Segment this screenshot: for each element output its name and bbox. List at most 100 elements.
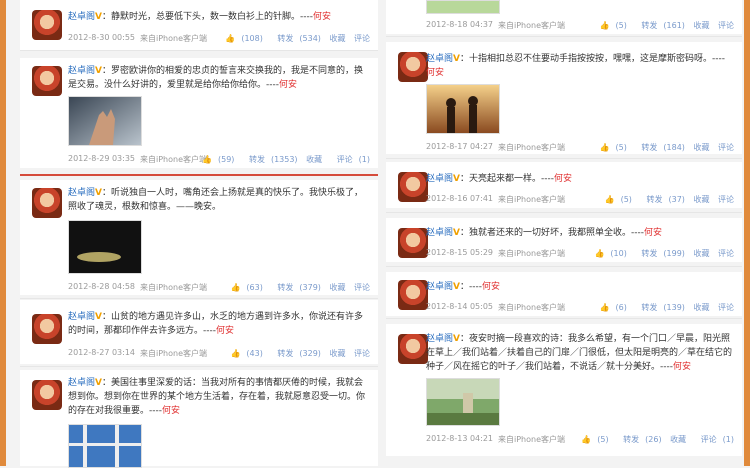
comment-button[interactable]: 评论 (1) [695, 435, 734, 444]
post-text: 赵卓阁V：----何安 [426, 282, 501, 292]
divider [20, 50, 378, 51]
post-time[interactable]: 2012-8-16 07:41 [426, 194, 493, 203]
username-link[interactable]: 赵卓阁 [68, 188, 95, 198]
username-link[interactable]: 赵卓阁 [68, 378, 95, 388]
username-link[interactable]: 赵卓阁 [68, 12, 95, 22]
post-time[interactable]: 2012-8-13 04:21 [426, 434, 493, 443]
verified-icon: V [453, 174, 460, 184]
fav-button[interactable]: 收藏 [670, 435, 686, 444]
post-source[interactable]: 来自iPhone客户端 [498, 302, 565, 313]
fav-button[interactable]: 收藏 [693, 21, 709, 30]
fav-button[interactable]: 收藏 [329, 283, 345, 292]
forward-button[interactable]: 转发 (534) [271, 34, 321, 43]
post-image[interactable] [426, 378, 500, 426]
forward-button[interactable]: 转发 (199) [635, 249, 685, 258]
post-time[interactable]: 2012-8-14 05:05 [426, 302, 493, 311]
avatar[interactable] [398, 52, 428, 82]
post-time[interactable]: 2012-8-28 04:58 [68, 282, 135, 291]
post-image[interactable] [426, 84, 500, 134]
post-source[interactable]: 来自iPhone客户端 [498, 142, 565, 153]
fav-button[interactable]: 收藏 [693, 303, 709, 312]
post-time[interactable]: 2012-8-27 03:14 [68, 348, 135, 357]
thumb-up-icon: 👍 [581, 435, 592, 444]
fav-button[interactable]: 收藏 [306, 155, 322, 164]
avatar[interactable] [32, 314, 62, 344]
post-meta: 2012-8-27 03:14 来自iPhone客户端 👍 (43) 转发 (329… [68, 348, 370, 360]
avatar[interactable] [32, 380, 62, 410]
username-link[interactable]: 赵卓阁 [426, 174, 453, 184]
forward-button[interactable]: 转发 (184) [635, 143, 685, 152]
like-button[interactable]: 👍 (59) [196, 155, 234, 164]
post-image[interactable] [426, 0, 500, 14]
verified-icon: V [95, 378, 102, 388]
username-link[interactable]: 赵卓阁 [426, 334, 453, 344]
avatar[interactable] [398, 334, 428, 364]
username-link[interactable]: 赵卓阁 [68, 66, 95, 76]
comment-button[interactable]: 评论 [354, 34, 370, 43]
post-source[interactable]: 来自iPhone客户端 [498, 434, 565, 445]
avatar[interactable] [32, 188, 62, 218]
post-image[interactable] [68, 220, 142, 274]
post-image[interactable] [68, 96, 142, 146]
post-source[interactable]: 来自iPhone客户端 [140, 348, 207, 359]
fav-button[interactable]: 收藏 [329, 349, 345, 358]
avatar[interactable] [398, 228, 428, 258]
forward-button[interactable]: 转发 (329) [271, 349, 321, 358]
comment-button[interactable]: 评论 [354, 283, 370, 292]
post-source[interactable]: 来自iPhone客户端 [140, 33, 207, 44]
thumb-up-icon: 👍 [599, 303, 610, 312]
avatar[interactable] [32, 10, 62, 40]
like-button[interactable]: 👍 (108) [219, 34, 262, 43]
like-button[interactable]: 👍 (43) [224, 349, 262, 358]
fav-button[interactable]: 收藏 [329, 34, 345, 43]
forward-button[interactable]: 转发 (37) [640, 195, 684, 204]
comment-button[interactable]: 评论 [718, 303, 734, 312]
post-time[interactable]: 2012-8-30 00:55 [68, 33, 135, 42]
post-text: 赵卓阁V：天亮起来都一样。----何安 [426, 174, 573, 184]
like-button[interactable]: 👍 (5) [594, 21, 627, 30]
comment-button[interactable]: 评论 [718, 143, 734, 152]
like-button[interactable]: 👍 (5) [575, 435, 608, 444]
like-button[interactable]: 👍 (63) [224, 283, 262, 292]
forward-button[interactable]: 转发 (379) [271, 283, 321, 292]
username-link[interactable]: 赵卓阁 [426, 228, 453, 238]
divider [386, 158, 742, 159]
post-meta: 2012-8-16 07:41 来自iPhone客户端 👍 (5) 转发 (37) … [426, 194, 734, 206]
thumb-up-icon: 👍 [599, 21, 610, 30]
like-button[interactable]: 👍 (5) [599, 195, 632, 204]
like-button[interactable]: 👍 (10) [588, 249, 626, 258]
post-time[interactable]: 2012-8-18 04:37 [426, 20, 493, 29]
post-source[interactable]: 来自iPhone客户端 [140, 282, 207, 293]
fav-button[interactable]: 收藏 [693, 195, 709, 204]
comment-button[interactable]: 评论 [718, 21, 734, 30]
fav-button[interactable]: 收藏 [693, 249, 709, 258]
thumb-up-icon: 👍 [230, 349, 241, 358]
avatar[interactable] [32, 66, 62, 96]
avatar[interactable] [398, 172, 428, 202]
like-button[interactable]: 👍 (6) [594, 303, 627, 312]
post-meta: 2012-8-30 00:55 来自iPhone客户端 👍 (108) 转发 (53… [68, 33, 370, 45]
post-time[interactable]: 2012-8-29 03:35 [68, 154, 135, 163]
post-time[interactable]: 2012-8-17 04:27 [426, 142, 493, 151]
post-actions: 👍 (43) 转发 (329) 收藏 评论 [218, 348, 370, 359]
forward-button[interactable]: 转发 (161) [635, 21, 685, 30]
post-image[interactable] [68, 424, 142, 468]
comment-button[interactable]: 评论 (1) [331, 155, 370, 164]
post-source[interactable]: 来自iPhone客户端 [498, 194, 565, 205]
username-link[interactable]: 赵卓阁 [426, 282, 453, 292]
post-source[interactable]: 来自iPhone客户端 [498, 248, 565, 259]
comment-button[interactable]: 评论 [718, 195, 734, 204]
comment-button[interactable]: 评论 [718, 249, 734, 258]
avatar[interactable] [398, 280, 428, 310]
like-button[interactable]: 👍 (5) [594, 143, 627, 152]
fav-button[interactable]: 收藏 [693, 143, 709, 152]
forward-button[interactable]: 转发 (1353) [243, 155, 298, 164]
post-time[interactable]: 2012-8-15 05:29 [426, 248, 493, 257]
username-link[interactable]: 赵卓阁 [68, 312, 95, 322]
username-link[interactable]: 赵卓阁 [426, 54, 453, 64]
forward-button[interactable]: 转发 (26) [617, 435, 661, 444]
forward-button[interactable]: 转发 (139) [635, 303, 685, 312]
post-source[interactable]: 来自iPhone客户端 [498, 20, 565, 31]
comment-button[interactable]: 评论 [354, 349, 370, 358]
thumb-up-icon: 👍 [594, 249, 605, 258]
